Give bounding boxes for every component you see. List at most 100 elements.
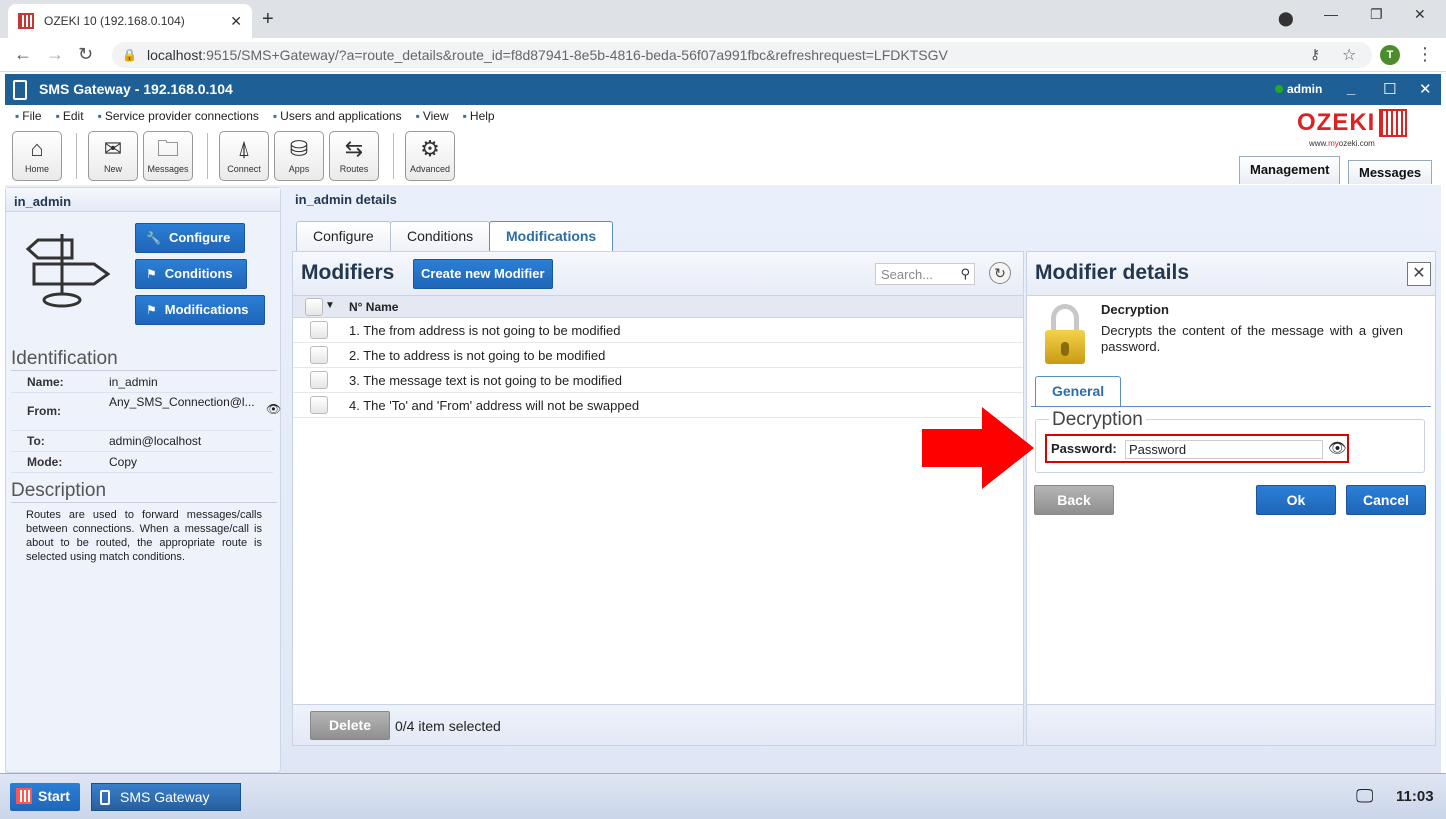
toolbar-messages-label: Messages: [147, 164, 189, 174]
row-checkbox[interactable]: [310, 321, 328, 339]
online-status-icon: [1275, 85, 1283, 93]
new-message-icon: ✉: [103, 136, 123, 161]
row-checkbox[interactable]: [310, 371, 328, 389]
antenna-icon: ⍋: [237, 136, 251, 161]
show-password-eye-icon[interactable]: 👁: [1328, 439, 1347, 457]
row-checkbox[interactable]: [310, 396, 328, 414]
list-item-text: 3. The message text is not going to be m…: [349, 373, 622, 388]
browser-tab-bar: OZEKI 10 (192.168.0.104) ✕ + ⬤ — ❐ ✕: [0, 0, 1446, 38]
address-bar-row: ← → ↻ 🔒 localhost:9515/SMS+Gateway/?a=ro…: [0, 38, 1446, 72]
close-window-icon[interactable]: ✕: [1414, 6, 1426, 23]
view-eye-icon[interactable]: 👁: [266, 402, 281, 416]
modifier-details-footer: [1026, 704, 1436, 746]
start-button[interactable]: Start: [10, 783, 80, 811]
create-new-modifier-button[interactable]: Create new Modifier: [413, 259, 553, 289]
menu-view[interactable]: View: [416, 109, 449, 123]
tab-management[interactable]: Management: [1239, 156, 1341, 184]
row-checkbox[interactable]: [310, 346, 328, 364]
refresh-icon[interactable]: ↻: [989, 262, 1011, 284]
close-icon[interactable]: ✕: [1407, 262, 1431, 286]
taskbar: Start SMS Gateway 🖵 11:03: [0, 773, 1446, 819]
description-title: Description: [11, 480, 277, 503]
identification-key: Mode:: [27, 455, 63, 469]
ok-button[interactable]: Ok: [1256, 485, 1336, 515]
configure-button[interactable]: 🔧 Configure: [135, 223, 245, 253]
tab-general[interactable]: General: [1035, 376, 1122, 406]
restore-window-icon[interactable]: ❐: [1370, 6, 1383, 23]
menu-help[interactable]: Help: [463, 109, 495, 123]
menu-users-and-applications[interactable]: Users and applications: [273, 109, 401, 123]
taskbar-sms-gateway[interactable]: SMS Gateway: [91, 783, 241, 811]
minimize-window-icon[interactable]: —: [1324, 6, 1338, 22]
tab-configure[interactable]: Configure: [296, 221, 391, 251]
list-item-text: 4. The 'To' and 'From' address will not …: [349, 398, 640, 413]
key-icon[interactable]: ⚷: [1310, 46, 1320, 63]
identification-value: Any_SMS_Connection@l...: [109, 395, 255, 409]
toolbar-separator: [393, 133, 394, 179]
logo-site: www.myozeki.com: [1309, 139, 1375, 148]
bookmark-star-icon[interactable]: ☆: [1342, 45, 1356, 65]
user-indicator[interactable]: admin: [1275, 82, 1322, 96]
home-icon: ⌂: [30, 136, 44, 161]
modifications-button[interactable]: ⚑ Modifications: [135, 295, 265, 325]
tab-modifications[interactable]: Modifications: [489, 221, 614, 252]
back-button[interactable]: Back: [1034, 485, 1114, 515]
ozeki-logo: OZEKI www.myozeki.com: [1297, 109, 1408, 148]
app-maximize-icon[interactable]: ☐: [1383, 80, 1396, 98]
select-all-checkbox[interactable]: [305, 298, 323, 316]
profile-avatar[interactable]: T: [1380, 45, 1400, 65]
back-arrow-icon[interactable]: ←: [14, 44, 32, 65]
toolbar-new-label: New: [103, 164, 122, 174]
tab-messages[interactable]: Messages: [1348, 160, 1433, 184]
forward-arrow-icon[interactable]: →: [46, 44, 64, 65]
menu-file[interactable]: File: [15, 109, 41, 123]
search-icon[interactable]: ⚲: [960, 266, 970, 282]
reload-icon[interactable]: ↻: [78, 44, 93, 65]
list-item[interactable]: 3. The message text is not going to be m…: [293, 368, 1023, 393]
url-field[interactable]: 🔒 localhost:9515/SMS+Gateway/?a=route_de…: [112, 42, 1372, 68]
chevron-down-icon[interactable]: ▼: [325, 300, 335, 311]
toolbar-new-button[interactable]: ✉ New: [88, 131, 138, 181]
user-name: admin: [1287, 82, 1323, 96]
browser-menu-icon[interactable]: ⋮: [1416, 44, 1434, 65]
menu-service-provider-connections[interactable]: Service provider connections: [98, 109, 259, 123]
close-tab-icon[interactable]: ✕: [230, 13, 242, 30]
toolbar-advanced-label: Advanced: [409, 164, 451, 174]
list-item[interactable]: 1. The from address is not going to be m…: [293, 318, 1023, 343]
padlock-icon: [1045, 304, 1085, 364]
profile-menu-icon[interactable]: ⬤: [1278, 10, 1294, 27]
monitor-icon[interactable]: 🖵: [1356, 786, 1373, 807]
toolbar-routes-button[interactable]: ⇆ Routes: [329, 131, 379, 181]
clock: 11:03: [1396, 788, 1434, 805]
delete-button[interactable]: Delete: [310, 711, 390, 740]
toolbar-apps-button[interactable]: ⛁ Apps: [274, 131, 324, 181]
list-item-text: 2. The to address is not going to be mod…: [349, 348, 606, 363]
modifier-details-title: Modifier details: [1035, 261, 1190, 284]
search-input[interactable]: Search... ⚲: [875, 263, 975, 285]
cancel-button[interactable]: Cancel: [1346, 485, 1426, 515]
app-close-icon[interactable]: ✕: [1419, 80, 1432, 98]
toolbar-apps-label: Apps: [288, 164, 310, 174]
menu-edit[interactable]: Edit: [56, 109, 84, 123]
pin-icon: ⚑: [146, 267, 157, 281]
toolbar-connect-button[interactable]: ⍋ Connect: [219, 131, 269, 181]
app-minimize-icon[interactable]: _: [1347, 80, 1355, 97]
lock-icon: 🔒: [122, 48, 137, 62]
browser-tab[interactable]: OZEKI 10 (192.168.0.104) ✕: [8, 4, 252, 38]
decryption-group-title: Decryption: [1049, 409, 1146, 431]
list-item[interactable]: 2. The to address is not going to be mod…: [293, 343, 1023, 368]
tab-conditions[interactable]: Conditions: [390, 221, 491, 251]
identification-value: in_admin: [109, 375, 158, 389]
identification-row: From: Any_SMS_Connection@l...: [11, 393, 273, 431]
list-item[interactable]: 4. The 'To' and 'From' address will not …: [293, 393, 1023, 418]
phone-icon: [13, 80, 27, 100]
toolbar-home-button[interactable]: ⌂ Home: [12, 131, 62, 181]
new-tab-icon[interactable]: +: [262, 8, 274, 31]
description-text: Routes are used to forward messages/call…: [26, 509, 262, 563]
password-input[interactable]: [1125, 440, 1323, 459]
ozeki-grid-icon: [1379, 109, 1408, 137]
conditions-button[interactable]: ⚑ Conditions: [135, 259, 247, 289]
toolbar-messages-button[interactable]: 🗀 Messages: [143, 131, 193, 181]
toolbar-advanced-button[interactable]: ⚙ Advanced: [405, 131, 455, 181]
toolbar-home-label: Home: [24, 164, 49, 174]
